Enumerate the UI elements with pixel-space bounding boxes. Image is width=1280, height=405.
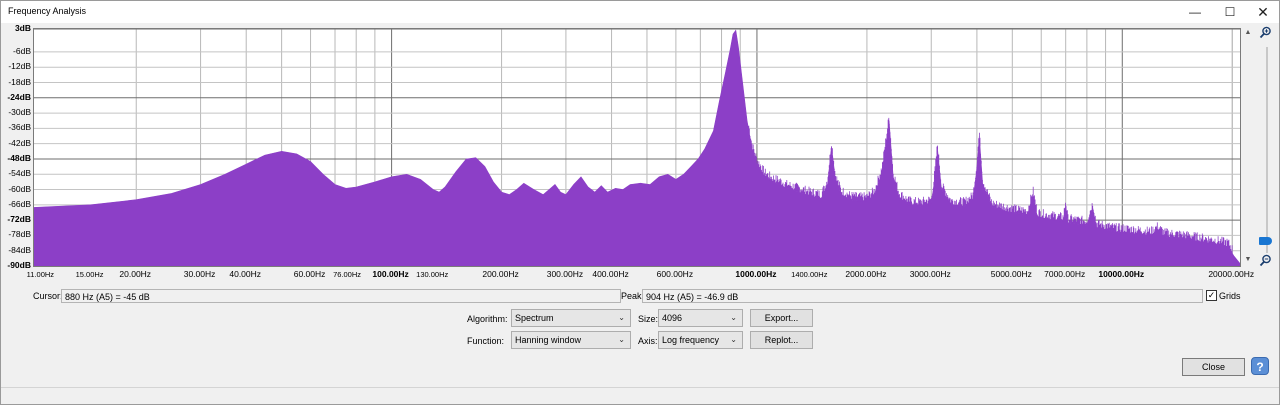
minimize-button[interactable]: — [1181,1,1209,23]
function-value: Hanning window [515,335,582,345]
x-tick-label: 100.00Hz [372,269,409,279]
y-tick-label: -72dB [7,214,31,225]
window-title: Frequency Analysis [8,6,87,16]
algorithm-value: Spectrum [515,313,554,323]
y-tick-label: -18dB [8,76,31,87]
y-tick-label: -48dB [7,152,31,163]
window-close-button[interactable]: ✕ [1249,1,1277,23]
y-tick-label: -78dB [8,229,31,240]
x-tick-label: 1000.00Hz [735,269,777,279]
algorithm-select[interactable]: Spectrum ⌄ [511,309,631,327]
chevron-down-icon: ⌄ [618,335,625,344]
axis-select[interactable]: Log frequency ⌄ [658,331,743,349]
scroll-down-arrow[interactable]: ▼ [1242,256,1254,263]
axis-value: Log frequency [662,335,720,345]
grids-checkbox[interactable]: ✓ [1206,290,1217,301]
x-tick-label: 30.00Hz [183,269,216,279]
y-tick-label: -12dB [8,61,31,72]
replot-button[interactable]: Replot... [750,331,813,349]
y-tick-label: -6dB [13,45,31,56]
x-tick-label: 3000.00Hz [909,269,951,279]
chevron-down-icon: ⌄ [618,313,625,322]
algorithm-label: Algorithm: [467,314,508,324]
peak-label: Peak: [621,291,645,301]
x-tick-label: 20.00Hz [119,269,152,279]
x-tick-label: 15.00Hz [75,270,104,279]
size-select[interactable]: 4096 ⌄ [658,309,743,327]
size-label: Size: [638,314,659,324]
x-tick-label: 11.00Hz [26,270,55,279]
cursor-label: Cursor: [33,291,63,301]
status-bar [1,387,1279,404]
y-tick-label: -84dB [8,244,31,255]
spectrum-plot[interactable] [33,28,1241,267]
frequency-analysis-window: Frequency Analysis — ☐ ✕ 3dB -6dB -12dB -18… [0,0,1280,405]
function-label: Function: [467,336,505,346]
peak-readout: 904 Hz (A5) = -46.9 dB [642,289,1203,303]
zoom-in-icon[interactable] [1259,26,1272,42]
scroll-up-arrow[interactable]: ▲ [1242,29,1254,36]
title-bar: Frequency Analysis — ☐ ✕ [1,1,1279,23]
y-tick-label: -54dB [8,168,31,179]
spectrum-area [34,29,1240,266]
y-tick-label: -24dB [7,91,31,102]
axis-label: Axis: [638,336,658,346]
x-tick-label: 300.00Hz [546,269,584,279]
y-tick-label: -36dB [8,122,31,133]
x-tick-label: 40.00Hz [229,269,262,279]
y-tick-label: -90dB [7,260,31,270]
zoom-out-icon[interactable] [1259,254,1272,270]
function-select[interactable]: Hanning window ⌄ [511,331,631,349]
x-tick-label: 400.00Hz [592,269,629,279]
x-tick-label: 7000.00Hz [1044,269,1086,279]
size-value: 4096 [662,313,683,323]
chevron-down-icon: ⌄ [730,313,737,322]
y-tick-label: 3dB [14,23,31,33]
x-tick-label: 5000.00Hz [990,269,1032,279]
y-tick-label: -60dB [8,183,31,194]
x-tick-label: 76.00Hz [333,270,362,279]
x-tick-label: 600.00Hz [656,269,694,279]
zoom-slider-track[interactable] [1266,47,1268,253]
grids-label: Grids [1219,291,1241,301]
help-button[interactable]: ? [1251,357,1269,375]
maximize-button[interactable]: ☐ [1216,1,1244,23]
x-tick-label: 2000.00Hz [845,269,887,279]
close-button[interactable]: Close [1182,358,1245,376]
x-tick-label: 60.00Hz [293,269,326,279]
zoom-slider-thumb[interactable] [1259,237,1272,245]
x-tick-label: 20000.00Hz [1208,269,1255,279]
x-tick-label: 130.00Hz [416,270,449,279]
export-button[interactable]: Export... [750,309,813,327]
y-tick-label: -42dB [8,137,31,148]
chevron-down-icon: ⌄ [730,335,737,344]
cursor-readout: 880 Hz (A5) = -45 dB [61,289,621,303]
x-tick-label: 1400.00Hz [791,270,828,279]
y-tick-label: -66dB [8,198,31,209]
y-tick-label: -30dB [8,107,31,118]
spectrum-svg [34,29,1240,266]
x-tick-label: 10000.00Hz [1098,269,1145,279]
x-tick-label: 200.00Hz [482,269,519,279]
vertical-scrollbar[interactable]: ▲ ▼ [1242,28,1254,268]
